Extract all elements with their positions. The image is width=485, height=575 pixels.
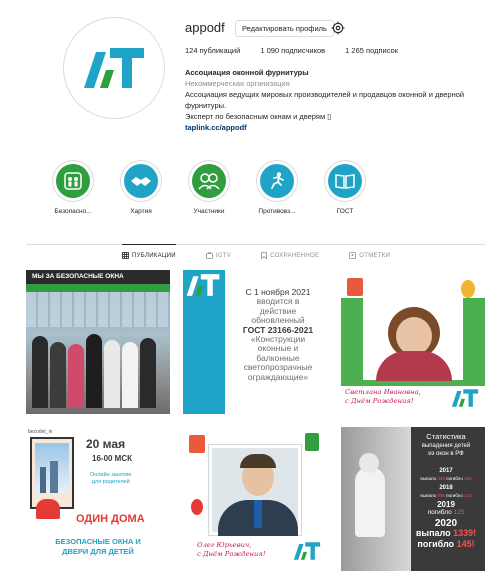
balloon-icon <box>461 280 475 298</box>
a7-logo-icon <box>84 48 144 88</box>
grid-icon <box>122 252 129 259</box>
highlight-label: Безопасно... <box>54 208 92 215</box>
highlight-burglary[interactable]: Противовз... <box>244 160 310 215</box>
tab-tagged[interactable]: ОТМЕТКИ <box>349 252 390 259</box>
highlight-charter[interactable]: Хартия <box>108 160 174 215</box>
tab-saved[interactable]: СОХРАНЕННОЕ <box>261 252 319 259</box>
window-illustration <box>30 437 74 509</box>
event-subtitle: Онлайн занятие для родителей <box>90 472 132 485</box>
profile-bio: Ассоциация оконной фурнитуры Некоммерчес… <box>185 67 485 133</box>
post-birthday-oleg[interactable]: Олег Юрьевич, с Днём Рождения! <box>183 427 327 571</box>
bookmark-icon <box>261 252 267 259</box>
people-group <box>32 328 164 408</box>
gift-icon <box>189 435 205 453</box>
child-figure <box>36 499 60 519</box>
gift-icon <box>347 278 363 296</box>
post-statistics[interactable]: Статистика выпадения детей из окон в РФ … <box>341 427 485 571</box>
tab-label: ПУБЛИКАЦИИ <box>132 252 176 259</box>
tab-igtv[interactable]: IGTV <box>205 252 232 259</box>
tabs-divider <box>26 244 485 245</box>
edit-profile-button[interactable]: Редактировать профиль <box>235 20 334 37</box>
handshake-icon <box>124 164 158 198</box>
gost-text: С 1 ноября 2021 вводится в действие обно… <box>242 287 314 382</box>
highlight-label: Хартия <box>130 208 152 215</box>
a7-logo-icon <box>451 389 479 407</box>
birthday-text: Олег Юрьевич, с Днём Рождения! <box>197 541 266 558</box>
book-icon <box>328 164 362 198</box>
event-time: 16-00 МСК <box>92 454 133 463</box>
post-team-photo[interactable]: МЫ ЗА БЕЗОПАСНЫЕ ОКНА <box>26 270 170 414</box>
settings-gear-icon[interactable] <box>331 21 345 35</box>
highlight-label: ГОСТ <box>336 208 354 215</box>
igtv-icon <box>205 252 213 259</box>
gift-icon <box>305 433 319 451</box>
profile-header: appodf Редактировать профиль 124 публика… <box>0 0 485 150</box>
highlight-gost[interactable]: ГОСТ <box>312 160 378 215</box>
profile-stats: 124 публикаций 1 090 подписчиков 1 265 п… <box>185 46 398 55</box>
profile-avatar[interactable] <box>63 17 165 119</box>
family-icon <box>56 164 90 198</box>
tab-label: IGTV <box>215 252 232 259</box>
post-account: bezodet_in <box>28 429 53 435</box>
statistics-text: Статистика выпадения детей из окон в РФ … <box>415 432 477 549</box>
bio-name: Ассоциация оконной фурнитуры <box>185 68 309 77</box>
runner-icon <box>260 164 294 198</box>
tab-posts[interactable]: ПУБЛИКАЦИИ <box>122 244 176 259</box>
post-home-alone[interactable]: bezodet_in 20 мая 16-00 МСК Онлайн занят… <box>26 427 170 571</box>
balloon-icon <box>191 499 203 515</box>
child-at-window-photo <box>341 427 411 571</box>
highlight-members[interactable]: Участники <box>176 160 242 215</box>
event-title: ОДИН ДОМА <box>76 513 145 525</box>
portrait-frame <box>209 445 301 536</box>
highlight-label: Участники <box>193 208 225 215</box>
event-date: 20 мая <box>86 437 126 451</box>
a7-logo-icon <box>293 542 321 560</box>
post-gost[interactable]: С 1 ноября 2021 вводится в действие обно… <box>183 270 327 414</box>
posts-count: 124 публикаций <box>185 46 241 55</box>
following-count[interactable]: 1 265 подписок <box>345 46 398 55</box>
highlight-safety[interactable]: Безопасно... <box>40 160 106 215</box>
tag-icon <box>349 252 357 259</box>
people-icon <box>192 164 226 198</box>
bio-category: Некоммерческая организация <box>185 79 290 88</box>
portrait-frame <box>363 292 463 381</box>
post-banner: МЫ ЗА БЕЗОПАСНЫЕ ОКНА <box>26 270 170 284</box>
profile-tabs: ПУБЛИКАЦИИ IGTV СОХРАНЕННОЕ ОТМЕТКИ <box>122 244 390 259</box>
highlight-label: Противовз... <box>258 208 296 215</box>
bio-description: Ассоциация ведущих мировых производителе… <box>185 90 465 110</box>
tab-label: СОХРАНЕННОЕ <box>270 252 320 259</box>
event-bottom: БЕЗОПАСНЫЕ ОКНА И ДВЕРИ ДЛЯ ДЕТЕЙ <box>55 537 141 556</box>
profile-username: appodf <box>185 20 225 35</box>
a7-logo-icon <box>186 274 220 296</box>
bio-link[interactable]: taplink.cc/appodf <box>185 122 485 133</box>
tab-label: ОТМЕТКИ <box>359 252 391 259</box>
bio-line2: Эксперт по безопасным окнам и дверям ▯ <box>185 112 332 121</box>
followers-count[interactable]: 1 090 подписчиков <box>260 46 325 55</box>
birthday-text: Светлана Ивановна, с Днём Рождения! <box>345 388 421 405</box>
story-highlights: Безопасно... Хартия Участники Противовз.… <box>40 160 380 215</box>
post-birthday-svetlana[interactable]: Светлана Ивановна, с Днём Рождения! <box>341 270 485 414</box>
